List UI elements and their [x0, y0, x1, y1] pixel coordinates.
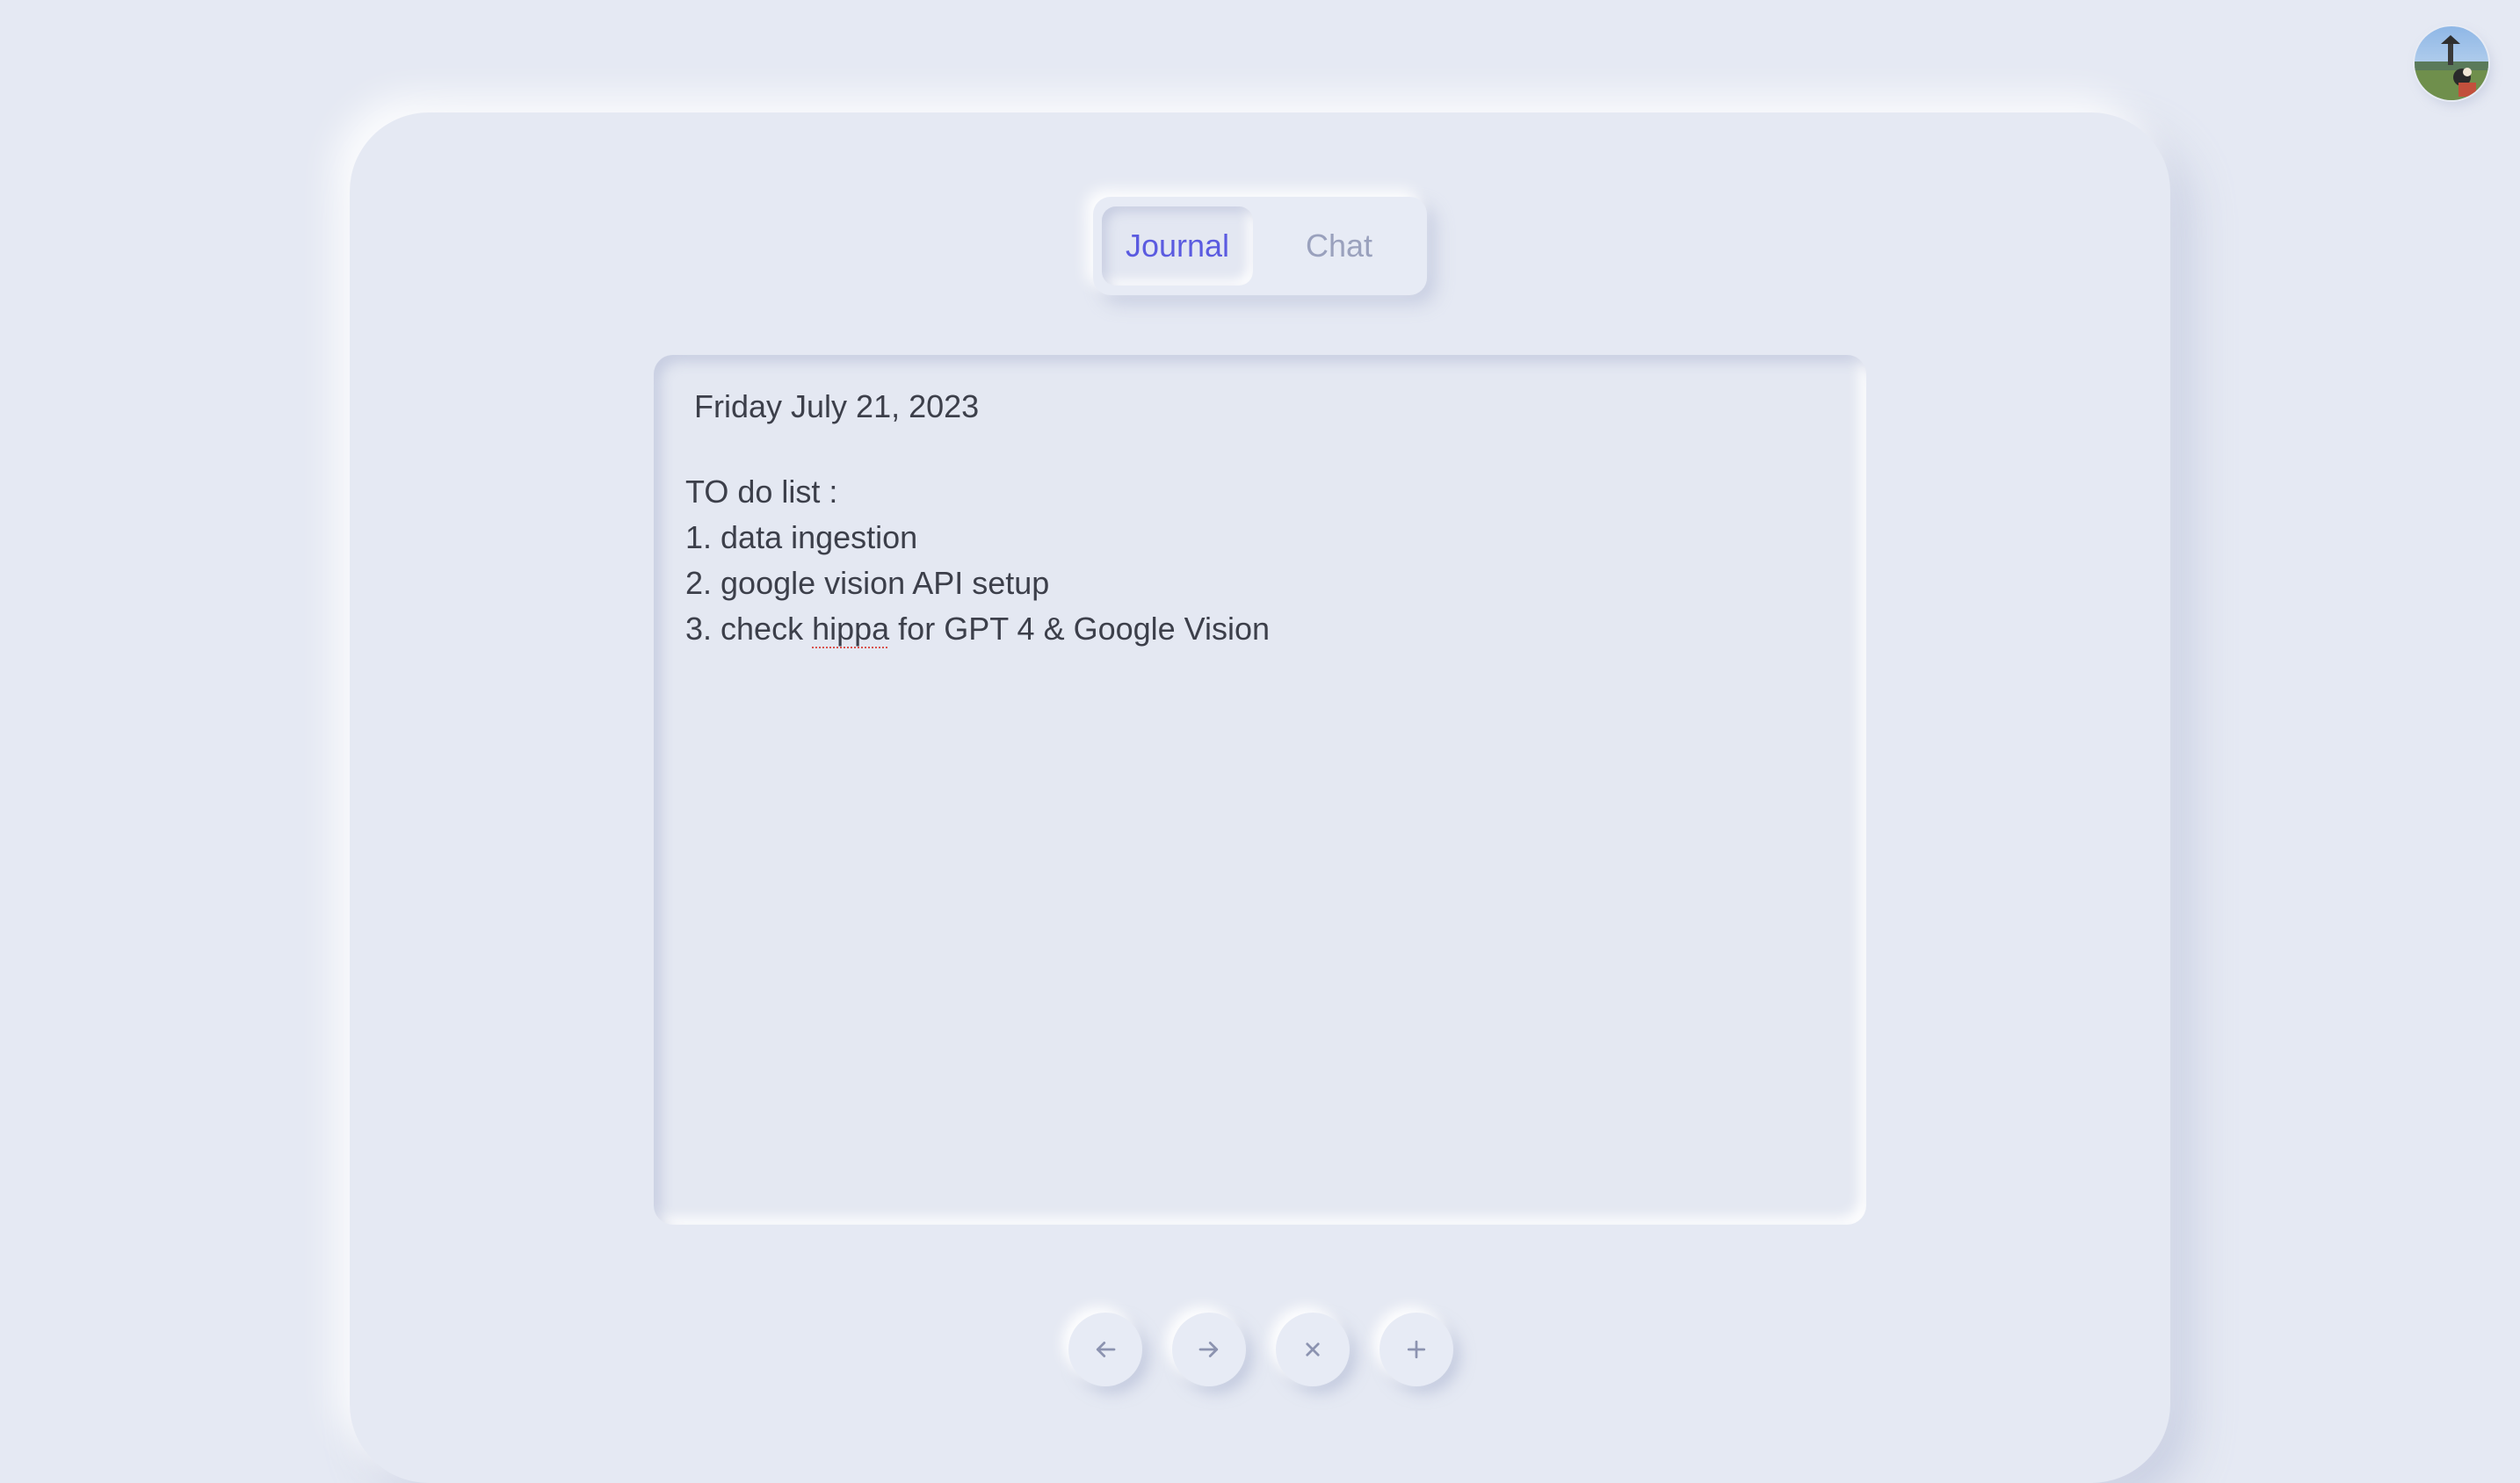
arrow-left-icon: [1096, 1342, 1116, 1357]
next-button[interactable]: [1172, 1313, 1246, 1386]
journal-date: Friday July 21, 2023: [694, 388, 980, 424]
user-avatar[interactable]: [2415, 26, 2488, 100]
avatar-photo-icon: [2415, 26, 2488, 100]
journal-line: 1. data ingestion: [685, 519, 918, 555]
add-button[interactable]: [1379, 1313, 1453, 1386]
plus-icon: [1407, 1340, 1426, 1359]
journal-line: TO do list :: [685, 474, 838, 510]
journal-editor[interactable]: Friday July 21, 2023 TO do list : 1. dat…: [654, 355, 1866, 1225]
mode-tabs: Journal Chat: [1093, 197, 1427, 295]
previous-button[interactable]: [1068, 1313, 1142, 1386]
journal-line: 2. google vision API setup: [685, 565, 1050, 601]
tab-chat[interactable]: Chat: [1264, 206, 1415, 286]
journal-line: 3. check hippa for GPT 4 & Google Vision: [685, 606, 1835, 652]
misspelled-word: hippa: [812, 611, 890, 647]
delete-button[interactable]: [1276, 1313, 1350, 1386]
arrow-right-icon: [1198, 1342, 1219, 1357]
action-bar: [1068, 1313, 1453, 1386]
journal-line-part: 3. check: [685, 611, 813, 647]
close-icon: [1306, 1342, 1320, 1356]
journal-line-part: for GPT 4 & Google Vision: [889, 611, 1271, 647]
tab-journal[interactable]: Journal: [1102, 206, 1253, 286]
